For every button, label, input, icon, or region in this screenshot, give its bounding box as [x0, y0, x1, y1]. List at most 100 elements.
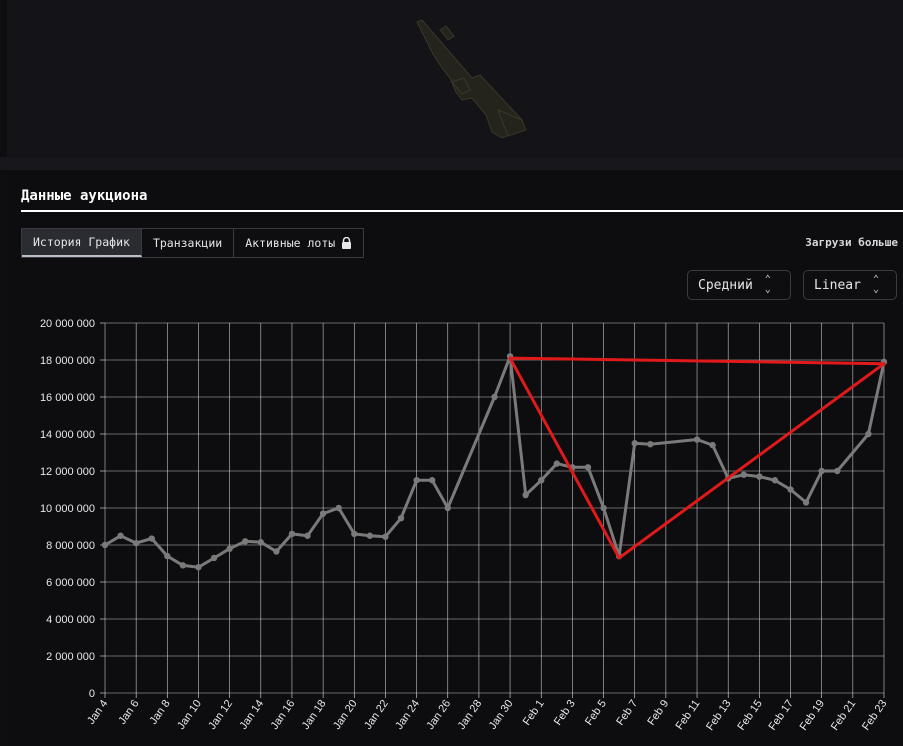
data-point [522, 491, 529, 499]
title-underline [21, 210, 903, 212]
data-point [101, 541, 109, 549]
x-tick-label: Jan 26 [424, 698, 453, 732]
tab-label: Транзакции [152, 236, 223, 250]
x-tick-label: Feb 9 [645, 698, 671, 728]
data-point [756, 473, 763, 480]
y-tick-label: 20 000 000 [40, 318, 95, 330]
data-point [319, 510, 327, 517]
x-tick-label: Jan 8 [148, 698, 173, 727]
data-point [242, 538, 249, 545]
data-point [538, 477, 545, 484]
data-point [631, 440, 638, 447]
data-point [865, 430, 872, 438]
data-point [288, 530, 296, 538]
x-tick-label: Feb 19 [798, 698, 827, 733]
overlay-line [508, 356, 621, 560]
lock-icon [342, 237, 352, 249]
y-tick-label: 0 [89, 688, 95, 700]
tab-label: Активные лоты [245, 236, 336, 250]
y-tick-label: 12 000 000 [40, 466, 95, 478]
x-tick-label: Jan 14 [237, 698, 266, 732]
data-point [584, 464, 592, 471]
data-point [335, 504, 342, 512]
x-tick-label: Feb 15 [735, 698, 764, 733]
x-tick-label: Jan 16 [269, 698, 298, 732]
data-point [553, 460, 561, 467]
chevron-updown-icon: ⌃ ⌄ [872, 274, 879, 295]
data-point [117, 532, 124, 539]
x-tick-label: Jan 20 [331, 698, 360, 732]
load-more-button[interactable]: Загрузи больше [805, 236, 898, 249]
rifle-image [416, 19, 527, 139]
tab-transactions[interactable]: Транзакции [141, 229, 235, 257]
x-tick-label: Feb 13 [704, 698, 733, 733]
data-point [148, 535, 155, 542]
tab-active-lots[interactable]: Активные лоты [234, 229, 364, 257]
x-tick-label: Feb 17 [767, 698, 796, 733]
y-tick-label: 4 000 000 [46, 614, 95, 626]
data-point [491, 393, 498, 401]
x-tick-label: Feb 21 [829, 698, 858, 733]
data-point [647, 440, 654, 448]
series-line [104, 354, 886, 569]
x-tick-label: Jan 12 [206, 698, 235, 732]
data-point [444, 504, 451, 512]
y-tick-label: 14 000 000 [40, 429, 95, 441]
y-tick-label: 10 000 000 [40, 503, 95, 515]
x-tick-label: Jan 10 [175, 698, 204, 732]
y-tick-label: 2 000 000 [46, 651, 95, 663]
data-point [257, 539, 264, 546]
x-tick-label: Jan 28 [456, 698, 485, 732]
y-tick-label: 6 000 000 [46, 577, 95, 589]
data-point [740, 471, 747, 478]
data-point [428, 477, 436, 484]
data-point [771, 477, 779, 484]
scale-value: Linear [814, 277, 861, 293]
data-point [397, 514, 405, 522]
x-tick-label: Jan 30 [487, 698, 516, 732]
data-point [834, 467, 841, 475]
data-point [366, 532, 374, 539]
tab-bar: История График Транзакции Активные лоты [21, 228, 365, 258]
x-tick-label: Jan 6 [116, 698, 141, 727]
data-point [304, 532, 311, 539]
y-tick-label: 16 000 000 [40, 392, 95, 404]
y-tick-label: 18 000 000 [40, 355, 95, 367]
data-point [693, 436, 701, 443]
item-preview-area [7, 0, 903, 157]
data-point [413, 477, 420, 484]
x-tick-label: Jan 18 [300, 698, 329, 732]
x-tick-label: Jan 4 [85, 698, 110, 727]
data-point [709, 441, 716, 449]
x-tick-label: Feb 5 [583, 698, 609, 728]
scale-select[interactable]: Linear ⌃ ⌄ [803, 270, 897, 300]
section-title: Данные аукциона [21, 188, 148, 204]
data-point [195, 564, 202, 571]
data-point [132, 539, 140, 547]
data-point [179, 562, 187, 569]
price-history-chart: 0 2 000 000 4 000 000 6 000 000 8 000 000 10 … [40, 318, 890, 733]
data-point [802, 499, 810, 506]
chevron-updown-icon: ⌃ ⌄ [764, 274, 771, 295]
data-point [226, 545, 233, 552]
data-point [818, 467, 825, 475]
separator [0, 157, 903, 170]
aggregation-value: Средний [698, 277, 753, 293]
y-tick-label: 8 000 000 [46, 540, 95, 552]
tab-label: История График [33, 235, 130, 249]
aggregation-select[interactable]: Средний ⌃ ⌄ [687, 270, 791, 300]
data-point [273, 548, 280, 555]
x-tick-label: Feb 7 [614, 698, 640, 728]
x-tick-label: Feb 23 [860, 698, 889, 733]
tab-history-chart[interactable]: История График [22, 229, 142, 257]
data-point [351, 530, 358, 538]
x-tick-label: Feb 11 [673, 698, 702, 732]
x-tick-label: Jan 24 [393, 698, 422, 732]
data-point [210, 554, 218, 562]
x-tick-label: Feb 3 [552, 698, 578, 728]
data-point [787, 486, 794, 493]
x-tick-label: Feb 1 [521, 698, 547, 728]
x-tick-label: Jan 22 [362, 698, 391, 732]
data-point [382, 533, 389, 540]
data-point [600, 504, 607, 512]
